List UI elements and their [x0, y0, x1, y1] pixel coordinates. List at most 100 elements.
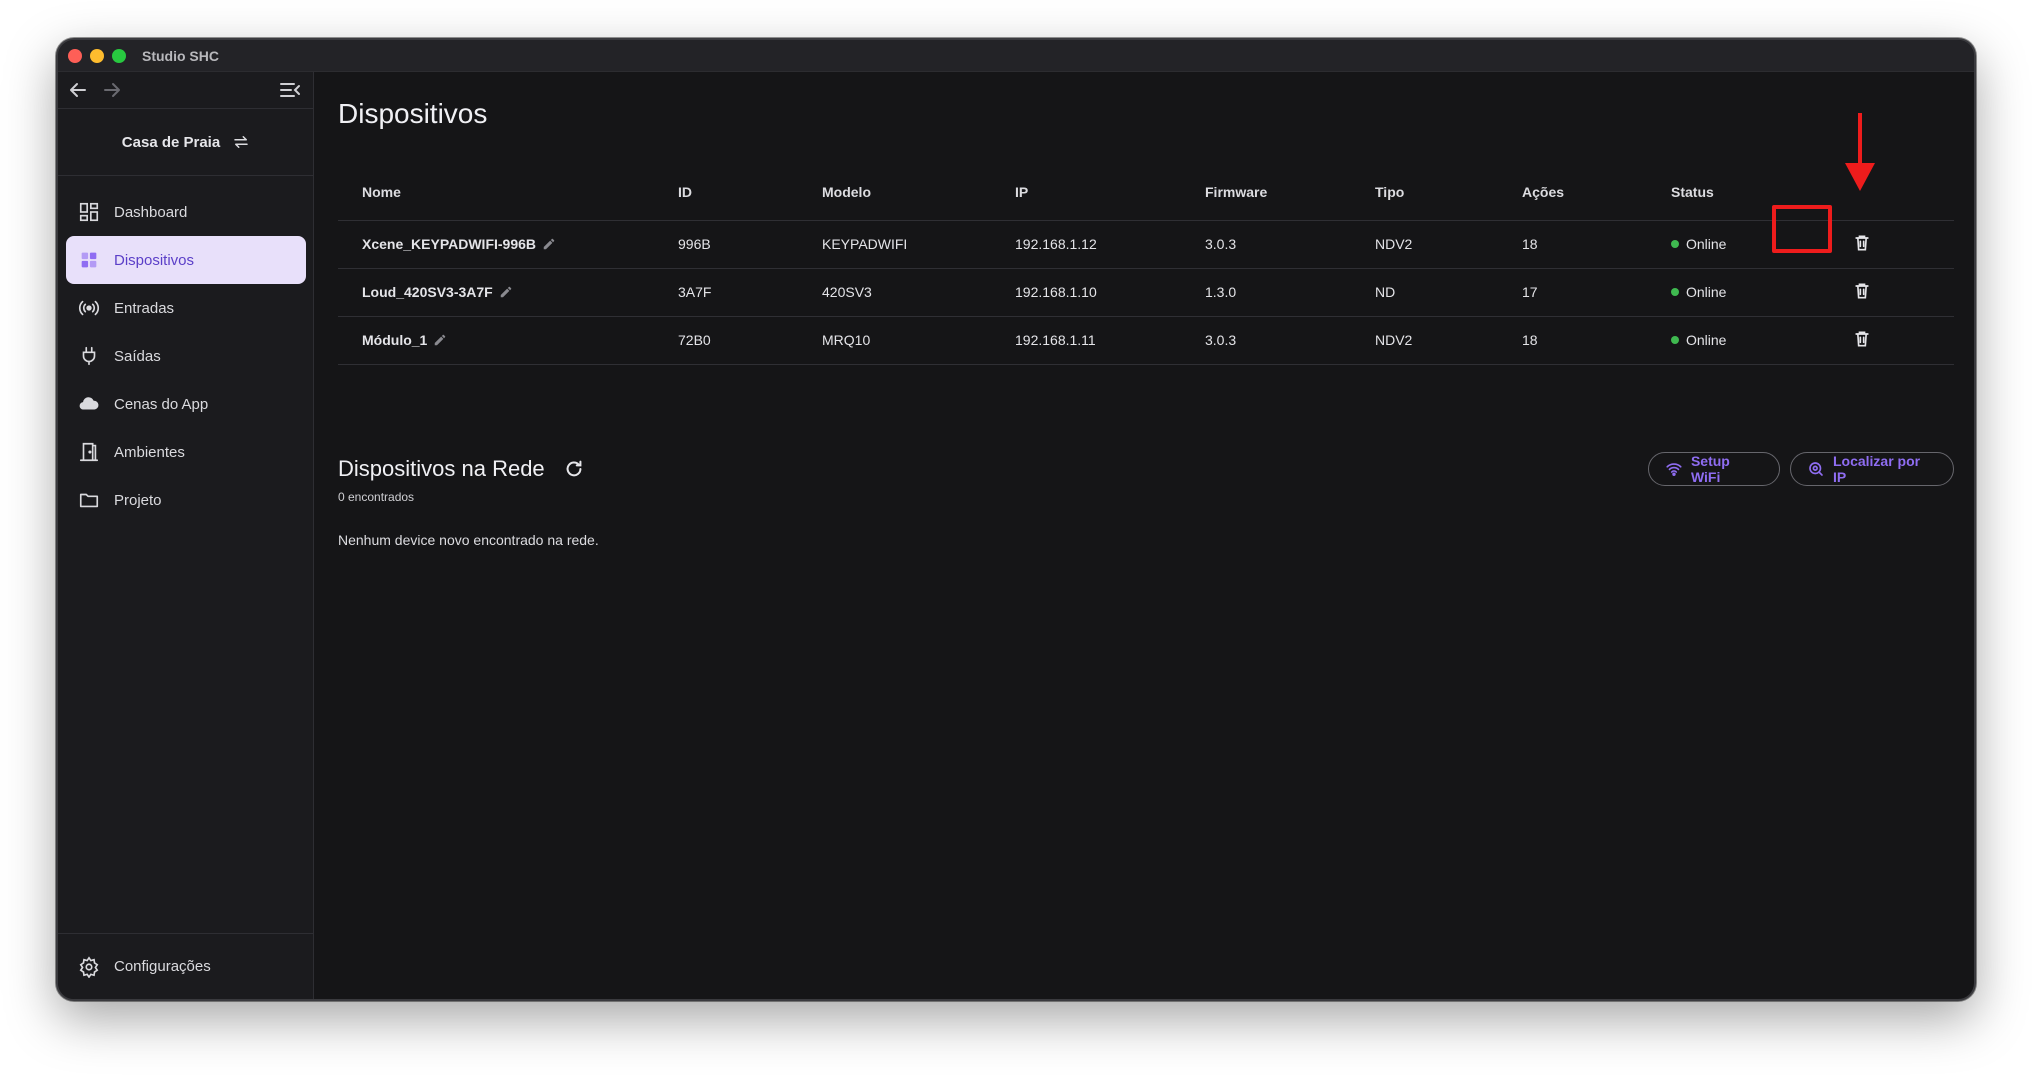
cloud-icon — [79, 397, 99, 410]
sidebar-item-dashboard[interactable]: Dashboard — [66, 188, 306, 236]
device-name: Módulo_1 — [362, 332, 428, 348]
sidebar-item-dispositivos[interactable]: Dispositivos — [66, 236, 306, 284]
device-actions-count: 17 — [1498, 268, 1647, 317]
found-count: 0 encontrados — [338, 490, 415, 504]
device-status: Online — [1647, 268, 1827, 317]
device-ip: 192.168.1.12 — [991, 220, 1181, 269]
sidebar: Casa de Praia Dashboard Dispositivos Ent… — [58, 72, 314, 999]
setup-wifi-button[interactable]: Setup WiFi — [1648, 452, 1780, 486]
device-name-cell[interactable]: Loud_420SV3-3A7F — [338, 268, 654, 317]
device-name-cell[interactable]: Xcene_KEYPADWIFI-996B — [338, 220, 654, 269]
delete-device-button[interactable] — [1851, 280, 1873, 302]
trash-icon — [1855, 235, 1869, 251]
edit-icon[interactable] — [433, 333, 447, 347]
table-row[interactable]: Módulo_1 72B0 MRQ10 192.168.1.11 3.0.3 N… — [338, 316, 1954, 365]
back-button[interactable] — [66, 78, 90, 102]
forward-button[interactable] — [100, 78, 124, 102]
network-section-title: Dispositivos na Rede — [338, 456, 545, 481]
device-firmware: 1.3.0 — [1181, 268, 1351, 317]
location-search-icon — [1809, 462, 1823, 476]
device-id: 996B — [654, 220, 798, 269]
edit-icon[interactable] — [499, 285, 513, 299]
sidebar-item-label: Cenas do App — [114, 395, 209, 413]
find-by-ip-label: Localizar por IP — [1832, 453, 1921, 485]
maximize-window-button[interactable] — [112, 49, 126, 63]
sidebar-item-cenas[interactable]: Cenas do App — [66, 380, 306, 428]
column-header-tipo[interactable]: Tipo — [1351, 164, 1498, 221]
status-label: Online — [1686, 236, 1727, 252]
sidebar-item-saidas[interactable]: Saídas — [66, 332, 306, 380]
online-dot — [1671, 240, 1679, 248]
settings-label: Configurações — [114, 958, 211, 975]
close-window-button[interactable] — [68, 49, 82, 63]
annotation-arrow-icon — [1845, 113, 1875, 191]
title-bar: Studio SHC — [58, 40, 1974, 72]
plug-icon — [82, 346, 96, 366]
minimize-window-button[interactable] — [90, 49, 104, 63]
device-firmware: 3.0.3 — [1181, 220, 1351, 269]
sidebar-item-label: Dashboard — [114, 203, 188, 221]
column-header-acoes[interactable]: Ações — [1498, 164, 1647, 221]
online-dot — [1671, 336, 1679, 344]
door-icon — [79, 442, 99, 462]
delete-cell — [1827, 316, 1954, 365]
folder-icon — [79, 493, 99, 508]
device-ip: 192.168.1.10 — [991, 268, 1181, 317]
sidebar-item-projeto[interactable]: Projeto — [66, 476, 306, 524]
column-header-id[interactable]: ID — [654, 164, 798, 221]
online-dot — [1671, 288, 1679, 296]
sidebar-item-entradas[interactable]: Entradas — [66, 284, 306, 332]
delete-cell — [1827, 268, 1954, 317]
delete-device-button[interactable] — [1851, 328, 1873, 350]
column-header-nome[interactable]: Nome — [338, 164, 654, 221]
table-row[interactable]: Xcene_KEYPADWIFI-996B 996B KEYPADWIFI 19… — [338, 220, 1954, 269]
network-section-header: Dispositivos na Rede — [338, 456, 585, 482]
arrow-left-icon — [70, 83, 86, 97]
gear-icon — [79, 955, 99, 978]
device-ip: 192.168.1.11 — [991, 316, 1181, 365]
device-type: ND — [1351, 268, 1498, 317]
arrow-right-icon — [104, 83, 120, 97]
device-actions-count: 18 — [1498, 316, 1647, 365]
table-header-row: Nome ID Modelo IP Firmware Tipo Ações St… — [338, 164, 1954, 221]
main-content: Dispositivos Nome ID Modelo IP Firmware … — [314, 72, 1974, 999]
find-by-ip-button[interactable]: Localizar por IP — [1790, 452, 1954, 486]
sidebar-item-label: Saídas — [114, 347, 161, 365]
device-id: 3A7F — [654, 268, 798, 317]
sidebar-menu: Dashboard Dispositivos Entradas Saídas C… — [66, 188, 306, 524]
table-row[interactable]: Loud_420SV3-3A7F 3A7F 420SV3 192.168.1.1… — [338, 268, 1954, 317]
app-window: Studio SHC Casa de Praia Dashboard Dispo… — [56, 38, 1976, 1001]
device-model: KEYPADWIFI — [798, 220, 991, 269]
device-type: NDV2 — [1351, 316, 1498, 365]
sidebar-item-label: Ambientes — [114, 443, 185, 461]
sidebar-item-label: Dispositivos — [114, 251, 195, 269]
device-name-cell[interactable]: Módulo_1 — [338, 316, 654, 365]
swap-icon — [234, 136, 248, 148]
collapse-sidebar-button[interactable] — [278, 78, 302, 102]
setup-wifi-label: Setup WiFi — [1690, 453, 1730, 485]
device-type: NDV2 — [1351, 220, 1498, 269]
sidebar-item-label: Projeto — [114, 491, 162, 509]
delete-cell — [1827, 220, 1954, 269]
device-id: 72B0 — [654, 316, 798, 365]
sidebar-item-ambientes[interactable]: Ambientes — [66, 428, 306, 476]
sidebar-item-label: Entradas — [114, 299, 175, 317]
house-selector[interactable]: Casa de Praia — [58, 108, 314, 176]
column-header-modelo[interactable]: Modelo — [798, 164, 991, 221]
sidebar-item-configuracoes[interactable]: Configurações — [58, 933, 314, 999]
menu-collapse-icon — [280, 83, 300, 97]
device-status: Online — [1647, 316, 1827, 365]
column-header-ip[interactable]: IP — [991, 164, 1181, 221]
device-firmware: 3.0.3 — [1181, 316, 1351, 365]
device-name: Loud_420SV3-3A7F — [362, 284, 493, 300]
page-title: Dispositivos — [338, 98, 488, 129]
empty-network-message: Nenhum device novo encontrado na rede. — [338, 532, 599, 548]
refresh-icon[interactable] — [563, 458, 585, 480]
delete-device-button[interactable] — [1851, 232, 1873, 254]
dashboard-icon — [79, 202, 99, 222]
device-model: 420SV3 — [798, 268, 991, 317]
edit-icon[interactable] — [542, 237, 556, 251]
house-name: Casa de Praia — [121, 133, 221, 151]
device-actions-count: 18 — [1498, 220, 1647, 269]
column-header-firmware[interactable]: Firmware — [1181, 164, 1351, 221]
